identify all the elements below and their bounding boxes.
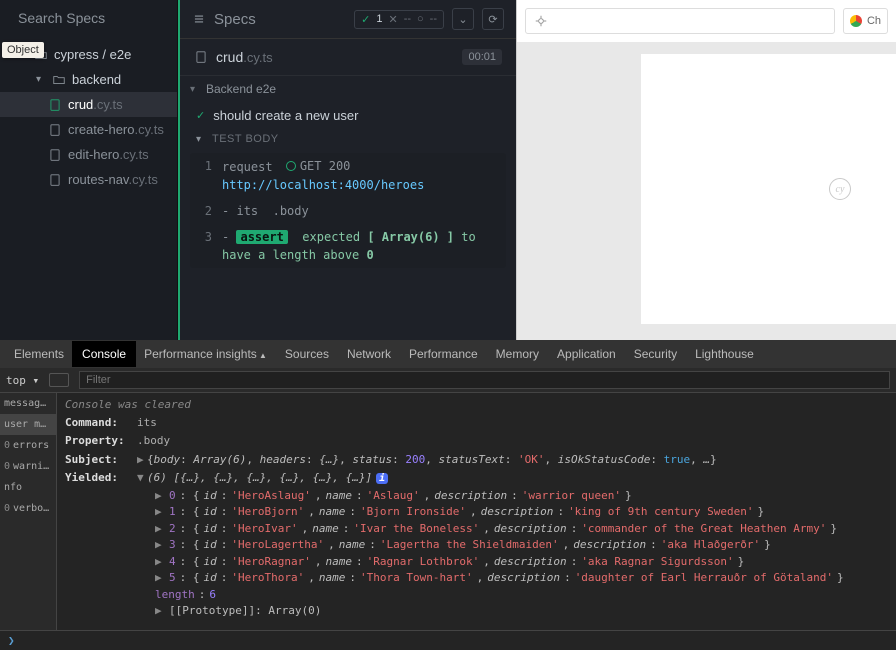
chrome-icon <box>850 15 862 27</box>
file-icon <box>48 123 62 137</box>
pending-icon: ○ <box>417 13 424 25</box>
console-array-item[interactable]: ▶2: {id: 'HeroIvar', name: 'Ivar the Bon… <box>137 521 888 538</box>
chevron-down-icon: ▾ <box>196 134 206 145</box>
folder-label: cypress / e2e <box>54 47 131 62</box>
chevron-down-icon: ▾ <box>190 84 200 95</box>
console-array-item[interactable]: ▶5: {id: 'HeroThora', name: 'Thora Town-… <box>137 570 888 587</box>
console-sidebar: messagesuser mes…0errors0warningsnfo0ver… <box>0 393 57 630</box>
app-frame: cy <box>641 54 896 324</box>
console-filter-input[interactable] <box>79 371 890 389</box>
devtools: Elements Console Performance insights ▲ Sou… <box>0 340 896 650</box>
folder-label: backend <box>72 72 121 87</box>
devtools-tab[interactable]: Memory <box>496 347 539 361</box>
file-icon <box>48 148 62 162</box>
expand-icon[interactable]: ▶ <box>155 570 165 587</box>
spec-time: 00:01 <box>462 49 502 65</box>
section-label: ▾ TEST BODY <box>180 129 516 149</box>
reload-icon: ⟳ <box>488 13 497 26</box>
assert-badge: assert <box>236 230 287 244</box>
expand-icon[interactable]: ▶ <box>155 504 165 521</box>
devtools-tab[interactable]: Security <box>634 347 677 361</box>
tooltip: Object <box>2 42 44 58</box>
expand-icon[interactable]: ▶ <box>155 537 165 554</box>
step[interactable]: 2 - its .body <box>190 198 506 224</box>
search-input[interactable] <box>16 9 201 27</box>
stats-pill: ✓1 ✕-- ○-- <box>354 10 444 29</box>
devtools-tab[interactable]: Network <box>347 347 391 361</box>
spec-tree: ▾ cypress / e2e ▾ backend crud.cy.tscrea… <box>0 36 177 198</box>
console-filter-item[interactable]: 0warnings <box>0 456 56 477</box>
context-select[interactable]: top ▾ <box>6 374 39 387</box>
test-steps: 1 request GET 200 http://localhost:4000/… <box>190 153 506 268</box>
target-icon <box>534 14 548 28</box>
devtools-tab[interactable]: Console <box>72 341 136 367</box>
devtools-tab[interactable]: Sources <box>285 347 329 361</box>
spec-file[interactable]: create-hero.cy.ts <box>0 117 177 142</box>
devtools-tab[interactable]: Performance <box>409 347 478 361</box>
console-filter-item[interactable]: user mes… <box>0 414 56 435</box>
list-icon <box>192 12 206 26</box>
chevron-down-icon: ▾ <box>36 74 46 85</box>
file-icon <box>48 173 62 187</box>
eye-icon[interactable] <box>49 373 69 387</box>
console-array-item[interactable]: ▶0: {id: 'HeroAslaug', name: 'Aslaug', d… <box>137 488 888 505</box>
console-array-item[interactable]: ▶4: {id: 'HeroRagnar', name: 'Ragnar Lot… <box>137 554 888 571</box>
command-log: Specs ✓1 ✕-- ○-- ⌄ ⟳ crud.cy.ts 00:01 ▾ … <box>178 0 516 340</box>
collapse-icon[interactable]: ▼ <box>137 470 147 487</box>
browser-selector[interactable]: Ch <box>843 8 888 34</box>
status-dot-icon <box>286 161 296 171</box>
expand-icon[interactable]: ▶ <box>155 554 165 571</box>
dropdown-button[interactable]: ⌄ <box>452 8 474 30</box>
spec-file[interactable]: crud.cy.ts <box>0 92 177 117</box>
spec-file[interactable]: routes-nav.cy.ts <box>0 167 177 192</box>
console-output: Console was cleared Command:its Property… <box>57 393 896 630</box>
chevron-down-icon: ⌄ <box>458 13 467 26</box>
file-icon <box>48 98 62 112</box>
console-cleared: Console was cleared <box>65 397 888 414</box>
devtools-tab[interactable]: Elements <box>14 347 64 361</box>
expand-icon[interactable]: ▶ <box>155 488 165 505</box>
tree-folder-backend[interactable]: ▾ backend <box>0 67 177 92</box>
expand-icon[interactable]: ▶ <box>155 521 165 538</box>
console-array-item[interactable]: ▶3: {id: 'HeroLagertha', name: 'Lagertha… <box>137 537 888 554</box>
app-preview: Ch cy <box>516 0 896 340</box>
console-filter-item[interactable]: nfo <box>0 477 56 498</box>
check-icon: ✓ <box>196 109 205 122</box>
step[interactable]: 3 - assert expected [ Array(6) ] to have… <box>190 224 506 268</box>
cypress-logo-icon: cy <box>829 178 851 200</box>
spec-file[interactable]: edit-hero.cy.ts <box>0 142 177 167</box>
url-input[interactable] <box>556 13 826 29</box>
devtools-tab[interactable]: Application <box>557 347 616 361</box>
devtools-tab[interactable]: Lighthouse <box>695 347 754 361</box>
console-prompt[interactable]: ❯ <box>0 630 896 650</box>
reload-button[interactable]: ⟳ <box>482 8 504 30</box>
spec-row[interactable]: crud.cy.ts 00:01 <box>180 39 516 76</box>
test-row[interactable]: ✓ should create a new user <box>180 102 516 129</box>
sidebar: + Object ▾ cypress / e2e ▾ backend crud.… <box>0 0 178 340</box>
file-icon <box>194 50 208 64</box>
console-filter-item[interactable]: 0verbose <box>0 498 56 519</box>
x-icon: ✕ <box>388 13 397 26</box>
check-icon: ✓ <box>361 13 370 26</box>
devtools-tabs: Elements Console Performance insights ▲ Sou… <box>0 340 896 368</box>
console-filter-item[interactable]: messages <box>0 393 56 414</box>
expand-icon[interactable]: ▶ <box>155 603 165 620</box>
url-box[interactable] <box>525 8 835 34</box>
expand-icon[interactable]: ▶ <box>137 452 147 469</box>
specs-title: Specs <box>214 11 346 28</box>
step[interactable]: 1 request GET 200 http://localhost:4000/… <box>190 153 506 198</box>
folder-icon <box>52 73 66 87</box>
devtools-tab[interactable]: Performance insights ▲ <box>144 347 267 361</box>
suite-row[interactable]: ▾ Backend e2e <box>180 76 516 102</box>
info-badge-icon[interactable]: i <box>376 473 388 484</box>
console-filter-item[interactable]: 0errors <box>0 435 56 456</box>
console-array-item[interactable]: ▶1: {id: 'HeroBjorn', name: 'Bjorn Irons… <box>137 504 888 521</box>
